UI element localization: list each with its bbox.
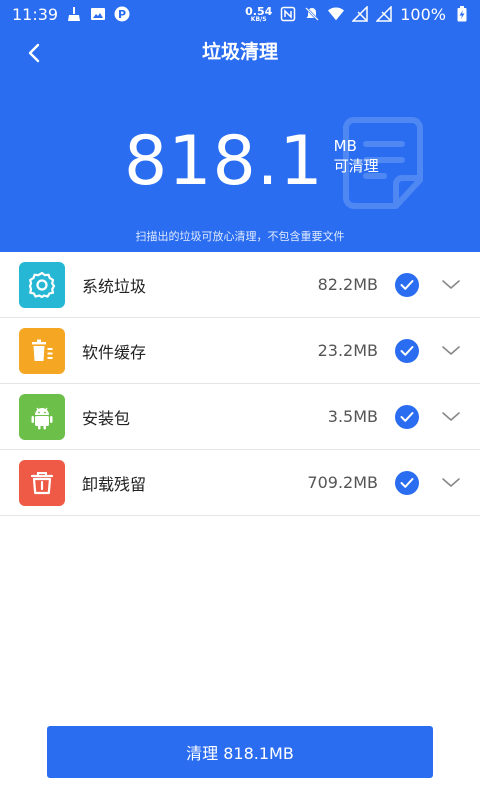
item-size: 3.5MB: [327, 407, 378, 426]
check-icon[interactable]: [395, 273, 419, 297]
check-icon[interactable]: [395, 405, 419, 429]
no-signal-icon-2: [376, 6, 392, 22]
net-speed: 0.54 KB/S: [245, 6, 272, 23]
page-title: 垃圾清理: [201, 41, 278, 63]
status-right: 0.54 KB/S 100%: [245, 5, 470, 24]
item-size: 709.2MB: [307, 473, 378, 492]
cleanable-summary: 818.1 MB 可清理: [124, 126, 379, 198]
chevron-down-icon[interactable]: [441, 474, 461, 490]
battery-percent: 100%: [400, 4, 446, 24]
mute-bell-icon: [304, 6, 320, 22]
item-label: 软件缓存: [82, 342, 147, 362]
item-label: 安装包: [82, 408, 131, 428]
item-size: 23.2MB: [317, 341, 378, 360]
nfc-icon: [280, 6, 296, 22]
android-icon: [19, 394, 65, 440]
cleanable-unit: MB: [333, 137, 357, 155]
cleanable-unit-block: MB 可清理: [334, 136, 379, 176]
image-icon: [90, 6, 106, 22]
item-label: 系统垃圾: [82, 276, 147, 296]
status-time: 11:39: [12, 4, 59, 24]
trash-list-icon: [19, 328, 65, 374]
status-bar: 11:39 P 0.54 KB/S 100%: [0, 0, 480, 28]
clean-button[interactable]: 清理 818.1MB: [47, 726, 433, 778]
chevron-down-icon[interactable]: [441, 408, 461, 424]
net-speed-unit: KB/S: [250, 15, 267, 23]
uninstall-bin-icon: [19, 460, 65, 506]
battery-charging-icon: [454, 6, 470, 22]
svg-text:P: P: [118, 8, 126, 21]
list-item-install-packages[interactable]: 安装包 3.5MB: [0, 384, 480, 450]
cleanable-total: 818.1: [124, 122, 324, 201]
scan-hint: 扫描出的垃圾可放心清理，不包含重要文件: [135, 230, 345, 243]
junk-category-list: 系统垃圾 82.2MB 软件缓存 23.2MB 安装包 3.5MB 卸载残留 7…: [0, 252, 480, 516]
status-left: 11:39 P: [12, 5, 130, 24]
list-item-uninstall-residue[interactable]: 卸载残留 709.2MB: [0, 450, 480, 516]
item-label: 卸载残留: [82, 474, 147, 494]
check-icon[interactable]: [395, 339, 419, 363]
no-signal-icon: [352, 6, 368, 22]
check-icon[interactable]: [395, 471, 419, 495]
cleanable-caption: 可清理: [333, 157, 379, 175]
item-size: 82.2MB: [317, 275, 378, 294]
gear-icon: [19, 262, 65, 308]
chevron-down-icon[interactable]: [441, 342, 461, 358]
chevron-down-icon[interactable]: [441, 276, 461, 292]
broom-icon: [66, 6, 82, 22]
list-item-system-junk[interactable]: 系统垃圾 82.2MB: [0, 252, 480, 318]
wifi-icon: [328, 6, 345, 22]
header: 垃圾清理 818.1 MB 可清理 扫描出的垃圾可放心清理，不包含重要文件: [0, 28, 480, 252]
p-app-icon: P: [114, 6, 130, 22]
list-item-app-cache[interactable]: 软件缓存 23.2MB: [0, 318, 480, 384]
net-speed-value: 0.54: [245, 4, 273, 18]
